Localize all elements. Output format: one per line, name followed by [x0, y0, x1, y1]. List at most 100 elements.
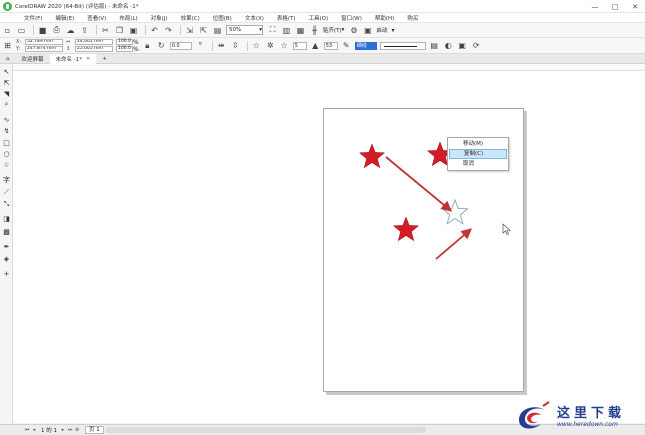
cut-icon[interactable]: ✂ — [100, 25, 111, 36]
convert-to-curves-icon[interactable]: ⟳ — [471, 40, 482, 51]
tab-document[interactable]: 未命名 -1* ✕ — [49, 53, 97, 64]
star-points-input[interactable]: 5 — [292, 41, 307, 50]
next-page-icon[interactable]: ▸ — [60, 427, 66, 434]
scale-y-input[interactable]: 100.0 — [116, 46, 133, 52]
rulers-icon[interactable]: ▥ — [281, 25, 292, 36]
zoom-tool-icon[interactable]: ⌕ — [1, 100, 12, 109]
transparency-tool-icon[interactable]: ▩ — [1, 227, 12, 236]
gear-icon[interactable]: ⚙ — [348, 25, 359, 36]
chevron-down-icon: ▾ — [391, 26, 395, 34]
width-input[interactable]: 24.001 mm — [75, 39, 113, 45]
connector-tool-icon[interactable]: ⤡ — [1, 200, 12, 209]
menu-text[interactable]: 文本(X) — [245, 14, 264, 22]
horizontal-scrollbar[interactable] — [106, 427, 426, 433]
tab-welcome-screen[interactable]: 欢迎屏幕 — [16, 54, 50, 64]
artistic-media-icon[interactable]: ↯ — [1, 126, 12, 135]
add-tab-icon[interactable]: + — [96, 54, 113, 64]
menu-tools[interactable]: 工具(O) — [309, 14, 329, 22]
snap-to-dropdown[interactable]: 贴齐(T) ▾ — [323, 26, 344, 34]
redo-icon[interactable]: ↷ — [163, 25, 174, 36]
star-shape-icon[interactable]: ☆ — [251, 40, 262, 51]
line-style-select[interactable] — [379, 41, 426, 50]
menu-buy[interactable]: 购买 — [407, 14, 418, 22]
star-sharpness-input[interactable]: 53 — [323, 41, 338, 50]
paste-icon[interactable]: ▣ — [128, 25, 139, 36]
publish-pdf-icon[interactable]: ▤ — [212, 25, 223, 36]
menu-object[interactable]: 对象(J) — [151, 14, 168, 22]
polygon-tool-icon[interactable]: ☆ — [1, 160, 12, 169]
context-item-move[interactable]: 移动(M) — [449, 139, 507, 149]
zoom-level-select[interactable]: 50% ▾ — [226, 25, 263, 35]
save-icon[interactable]: ■ — [37, 25, 48, 36]
ellipse-tool-icon[interactable]: ○ — [1, 149, 12, 158]
context-item-cancel[interactable]: 取消 — [449, 159, 507, 169]
previous-page-icon[interactable]: ◂ — [31, 427, 37, 434]
menu-bar: 文件(F) 编辑(E) 查看(V) 布局(L) 对象(J) 效果(C) 位图(B… — [0, 13, 645, 23]
home-icon[interactable]: ⌂ — [0, 54, 16, 64]
export-icon[interactable]: ⇱ — [198, 25, 209, 36]
maximize-button[interactable]: □ — [605, 0, 625, 13]
close-icon[interactable]: ✕ — [86, 56, 90, 62]
freehand-tool-icon[interactable]: ∿ — [1, 115, 12, 124]
add-page-icon[interactable]: ⊕ — [74, 427, 80, 434]
outline-color-icon[interactable]: ▣ — [457, 40, 468, 51]
object-origin-icon[interactable]: ⊞ — [2, 40, 13, 51]
x-position-input[interactable]: 52.789 mm — [25, 39, 63, 45]
upload-icon[interactable]: ⇪ — [79, 25, 90, 36]
rectangle-tool-icon[interactable]: □ — [1, 138, 12, 147]
complex-star-icon[interactable]: ✲ — [265, 40, 276, 51]
menu-window[interactable]: 窗口(W) — [341, 14, 362, 22]
launch-label[interactable]: 启动 — [376, 26, 387, 34]
wrap-text-icon[interactable]: ▤ — [429, 40, 440, 51]
site-watermark: 这里下载 www.heredown.com — [513, 394, 645, 435]
y-position-input[interactable]: 247.874 mm — [25, 46, 63, 52]
drawing-canvas[interactable] — [13, 71, 645, 423]
undo-icon[interactable]: ↶ — [149, 25, 160, 36]
parallel-dimension-icon[interactable]: ⟋ — [1, 188, 12, 197]
menu-effects[interactable]: 效果(C) — [181, 14, 200, 22]
last-page-icon[interactable]: ⏭ — [67, 427, 73, 434]
sharpness-icon: ▲ — [312, 41, 319, 50]
scale-x-input[interactable]: 100.0 — [116, 39, 133, 45]
cloud-icon[interactable]: ☁ — [65, 25, 76, 36]
height-input[interactable]: 25.005 mm — [75, 46, 113, 52]
menu-table[interactable]: 表格(T) — [277, 14, 296, 22]
copy-icon[interactable]: ❐ — [114, 25, 125, 36]
open-folder-icon[interactable]: ▭ — [16, 25, 27, 36]
menu-layout[interactable]: 布局(L) — [119, 14, 137, 22]
grid-icon[interactable]: ▦ — [295, 25, 306, 36]
interactive-fill-icon[interactable]: ◈ — [1, 254, 12, 263]
page-tab[interactable]: 页 1 — [85, 426, 104, 434]
full-screen-icon[interactable]: ⛶ — [267, 25, 278, 36]
import-icon[interactable]: ⇲ — [184, 25, 195, 36]
rotation-angle-input[interactable]: 0.0 — [169, 41, 192, 50]
new-document-icon[interactable]: ▫ — [2, 25, 13, 36]
print-icon[interactable]: ⎙ — [51, 25, 62, 36]
guidelines-icon[interactable]: ╫ — [309, 25, 320, 36]
eyedropper-tool-icon[interactable]: ✒ — [1, 242, 12, 251]
drop-shadow-icon[interactable]: ◨ — [1, 214, 12, 223]
text-tool-icon[interactable]: 字 — [1, 175, 12, 184]
fill-color-icon[interactable]: ◐ — [443, 40, 454, 51]
chevron-down-icon: ▾ — [341, 27, 345, 33]
pick-tool-icon[interactable]: ↖ — [1, 67, 12, 76]
shape-tool-icon[interactable]: ⇱ — [1, 78, 12, 87]
menu-file[interactable]: 文件(F) — [24, 14, 42, 22]
menu-help[interactable]: 帮助(H) — [375, 14, 394, 22]
menu-edit[interactable]: 编辑(E) — [55, 14, 74, 22]
context-item-copy[interactable]: 复制(C) — [449, 149, 507, 159]
close-button[interactable]: ✕ — [625, 0, 645, 13]
mirror-horizontal-icon[interactable]: ⇹ — [216, 40, 227, 51]
menu-view[interactable]: 查看(V) — [87, 14, 106, 22]
add-tool-icon[interactable]: + — [1, 269, 12, 278]
lock-ratio-icon[interactable]: 🔒︎ — [142, 40, 153, 51]
mirror-vertical-icon[interactable]: ⇳ — [230, 40, 241, 51]
outline-width-select[interactable]: 细线 — [354, 41, 377, 50]
launch-icon[interactable]: ▣ — [362, 25, 373, 36]
crop-tool-icon[interactable]: ◥ — [1, 89, 12, 98]
first-page-icon[interactable]: ⏮ — [24, 427, 30, 434]
standard-toolbar: ▫ ▭ ■ ⎙ ☁ ⇪ ✂ ❐ ▣ ↶ ↷ ⇲ ⇱ ▤ 50% ▾ ⛶ ▥ ▦ … — [0, 23, 645, 38]
toolbox: ↖ ⇱ ◥ ⌕ ∿ ↯ □ ○ ☆ 字 ⟋ ⤡ ◨ ▩ ✒ ◈ + — [0, 64, 13, 424]
menu-bitmaps[interactable]: 位图(B) — [213, 14, 232, 22]
minimize-button[interactable]: — — [585, 0, 605, 13]
